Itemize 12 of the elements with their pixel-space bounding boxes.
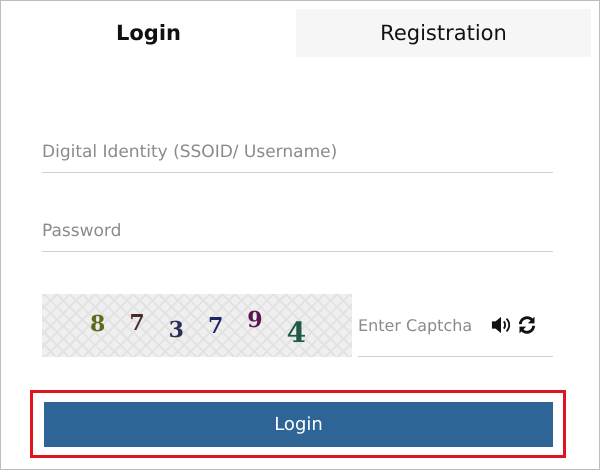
tab[interactable]: Registration	[296, 9, 591, 57]
captcha-digit: 7	[208, 312, 224, 338]
captcha-digit: 4	[286, 316, 306, 349]
username-field[interactable]: Digital Identity (SSOID/ Username)	[42, 132, 553, 173]
captcha-digit: 9	[247, 306, 263, 332]
login-button[interactable]: Login	[44, 402, 553, 447]
captcha-digit: 7	[129, 310, 145, 336]
password-field[interactable]: Password	[42, 211, 553, 252]
speaker-icon[interactable]	[490, 315, 512, 335]
captcha-digit: 8	[90, 310, 106, 336]
refresh-icon[interactable]	[516, 315, 538, 335]
captcha-digit: 3	[168, 316, 184, 342]
